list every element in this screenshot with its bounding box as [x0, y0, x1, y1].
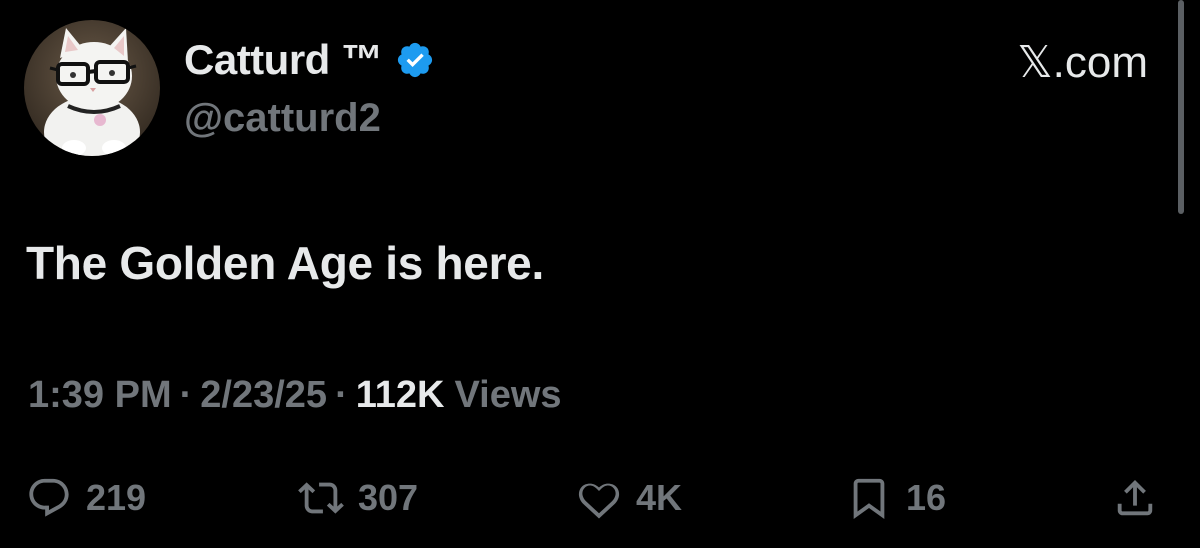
like-button[interactable]: 4K [576, 470, 682, 526]
reply-count: 219 [86, 477, 147, 518]
views-label: Views [454, 374, 562, 416]
meta-separator: · [335, 374, 348, 416]
avatar[interactable] [24, 20, 160, 156]
views-count: 112K [355, 374, 445, 416]
author-handle[interactable]: @catturd2 [184, 96, 381, 141]
bookmark-count: 16 [906, 477, 947, 518]
verified-badge-icon [397, 42, 432, 78]
meta-separator: · [179, 374, 193, 416]
scrollbar[interactable] [1178, 0, 1184, 214]
repost-icon [298, 482, 344, 514]
tweet-text: The Golden Age is here. [26, 237, 544, 289]
bookmark-button[interactable]: 16 [846, 470, 946, 526]
action-bar: 219 307 4K 16 [0, 470, 1200, 530]
reply-button[interactable]: 219 [26, 470, 146, 526]
tweet-meta: 1:39 PM · 2/23/25 · 112K Views [28, 374, 562, 417]
heart-icon [578, 483, 620, 519]
tweet-date[interactable]: 2/23/25 [200, 374, 327, 417]
author-name-row[interactable]: Catturd ™ [184, 34, 435, 86]
bookmark-icon [853, 478, 885, 519]
repost-button[interactable]: 307 [298, 470, 418, 526]
reply-icon [29, 478, 69, 517]
cat-avatar-image [24, 20, 160, 156]
tweet-card: Catturd ™ @catturd2 𝕏.com The Golden Age… [0, 0, 1200, 548]
share-icon [1117, 479, 1153, 516]
like-count: 4K [636, 477, 683, 518]
author-display-name[interactable]: Catturd ™ [184, 36, 383, 84]
repost-count: 307 [358, 477, 419, 518]
share-button[interactable] [1112, 470, 1158, 526]
site-logo-text: 𝕏.com [1017, 37, 1148, 87]
tweet-time[interactable]: 1:39 PM [28, 374, 172, 417]
site-logo: 𝕏.com [1017, 36, 1148, 88]
